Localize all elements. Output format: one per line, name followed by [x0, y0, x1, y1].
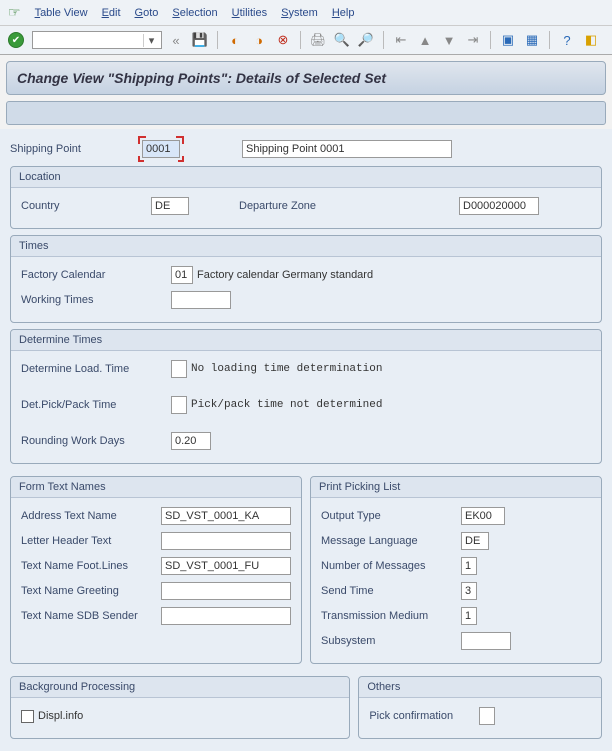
det-pick-label: Det.Pick/Pack Time [21, 399, 171, 411]
exit-icon[interactable]: ◑ [249, 30, 269, 50]
footer-text-label: Text Name Foot.Lines [21, 560, 161, 572]
num-msg-field[interactable] [461, 557, 477, 575]
toolbar: ✔ ▾ « 💾 ◐ ◑ ⊗ 🖨 🔍 🔎 ⇤ ▲ ▼ ⇥ ▣ ▦ ? ◧ [0, 26, 612, 55]
menu-edit[interactable]: Edit [102, 7, 121, 19]
separator [549, 31, 550, 49]
det-pick-field[interactable] [171, 396, 187, 414]
prev-page-icon[interactable]: ▲ [415, 30, 435, 50]
find-next-icon[interactable]: 🔎 [356, 30, 376, 50]
addr-text-label: Address Text Name [21, 510, 161, 522]
shipping-point-highlight [140, 138, 182, 160]
subsystem-field[interactable] [461, 632, 511, 650]
sdb-sender-label: Text Name SDB Sender [21, 610, 161, 622]
enter-icon[interactable]: ✔ [8, 32, 24, 48]
menu-system[interactable]: System [281, 7, 318, 19]
working-times-label: Working Times [21, 294, 171, 306]
shipping-point-desc[interactable] [242, 140, 452, 158]
pick-confirm-label: Pick confirmation [369, 710, 479, 722]
trans-medium-field[interactable] [461, 607, 477, 625]
last-page-icon[interactable]: ⇥ [463, 30, 483, 50]
separator [490, 31, 491, 49]
output-type-label: Output Type [321, 510, 461, 522]
menu-help[interactable]: Help [332, 7, 355, 19]
form-text-title: Form Text Names [11, 477, 301, 498]
footer-text-field[interactable] [161, 557, 291, 575]
chevron-down-icon[interactable]: ▾ [143, 34, 159, 47]
form-text-panel: Form Text Names Address Text Name Letter… [10, 476, 302, 664]
greeting-label: Text Name Greeting [21, 585, 161, 597]
others-panel: Others Pick confirmation [358, 676, 602, 739]
menu-selection[interactable]: Selection [172, 7, 217, 19]
app-toolbar [6, 101, 606, 125]
addr-text-field[interactable] [161, 507, 291, 525]
print-picking-title: Print Picking List [311, 477, 601, 498]
separator [217, 31, 218, 49]
pick-confirm-field[interactable] [479, 707, 495, 725]
others-title: Others [359, 677, 601, 698]
background-panel: Background Processing Displ.info [10, 676, 350, 739]
background-title: Background Processing [11, 677, 349, 698]
cancel-icon[interactable]: ⊗ [273, 30, 293, 50]
back-icon[interactable]: « [166, 30, 186, 50]
send-time-label: Send Time [321, 585, 461, 597]
msg-lang-field[interactable] [461, 532, 489, 550]
determine-times-panel: Determine Times Determine Load. Time No … [10, 329, 602, 464]
country-field[interactable] [151, 197, 189, 215]
trans-medium-label: Transmission Medium [321, 610, 461, 622]
shipping-point-code[interactable] [142, 140, 180, 158]
session-icon[interactable]: ☞ [8, 4, 21, 21]
det-load-field[interactable] [171, 360, 187, 378]
menu-utilities[interactable]: Utilities [232, 7, 267, 19]
factory-calendar-desc: Factory calendar Germany standard [197, 269, 373, 281]
determine-times-title: Determine Times [11, 330, 601, 351]
times-panel: Times Factory Calendar Factory calendar … [10, 235, 602, 323]
menubar: ☞ Table View Edit Goto Selection Utiliti… [0, 0, 612, 26]
rounding-label: Rounding Work Days [21, 435, 171, 447]
first-page-icon[interactable]: ⇤ [391, 30, 411, 50]
send-time-field[interactable] [461, 582, 477, 600]
content-area: Shipping Point Location Country Departur… [0, 129, 612, 751]
rounding-field[interactable] [171, 432, 211, 450]
help-icon[interactable]: ? [557, 30, 577, 50]
msg-lang-label: Message Language [321, 535, 461, 547]
num-msg-label: Number of Messages [321, 560, 461, 572]
menu-table-view[interactable]: Table View [35, 7, 88, 19]
find-icon[interactable]: 🔍 [332, 30, 352, 50]
det-load-desc: No loading time determination [191, 363, 382, 375]
print-picking-panel: Print Picking List Output Type Message L… [310, 476, 602, 664]
letter-header-field[interactable] [161, 532, 291, 550]
sdb-sender-field[interactable] [161, 607, 291, 625]
det-pick-desc: Pick/pack time not determined [191, 399, 382, 411]
working-times-field[interactable] [171, 291, 231, 309]
letter-header-label: Letter Header Text [21, 535, 161, 547]
shortcut-icon[interactable]: ▦ [522, 30, 542, 50]
next-page-icon[interactable]: ▼ [439, 30, 459, 50]
det-load-label: Determine Load. Time [21, 363, 171, 375]
country-label: Country [21, 200, 151, 212]
greeting-field[interactable] [161, 582, 291, 600]
departure-zone-field[interactable] [459, 197, 539, 215]
separator [383, 31, 384, 49]
back-nav-icon[interactable]: ◐ [225, 30, 245, 50]
new-session-icon[interactable]: ▣ [498, 30, 518, 50]
location-title: Location [11, 167, 601, 188]
factory-calendar-label: Factory Calendar [21, 269, 171, 281]
shipping-point-label: Shipping Point [10, 143, 140, 155]
menu-goto[interactable]: Goto [135, 7, 159, 19]
command-field[interactable]: ▾ [32, 31, 162, 49]
displ-info-checkbox[interactable] [21, 710, 34, 723]
print-icon[interactable]: 🖨 [308, 30, 328, 50]
layout-icon[interactable]: ◧ [581, 30, 601, 50]
factory-calendar-field[interactable] [171, 266, 193, 284]
times-title: Times [11, 236, 601, 257]
page-title: Change View "Shipping Points": Details o… [6, 61, 606, 95]
output-type-field[interactable] [461, 507, 505, 525]
command-input[interactable] [33, 34, 143, 46]
departure-zone-label: Departure Zone [239, 200, 359, 212]
location-panel: Location Country Departure Zone [10, 166, 602, 229]
displ-info-label: Displ.info [38, 710, 83, 722]
save-icon[interactable]: 💾 [190, 30, 210, 50]
separator [300, 31, 301, 49]
subsystem-label: Subsystem [321, 635, 461, 647]
